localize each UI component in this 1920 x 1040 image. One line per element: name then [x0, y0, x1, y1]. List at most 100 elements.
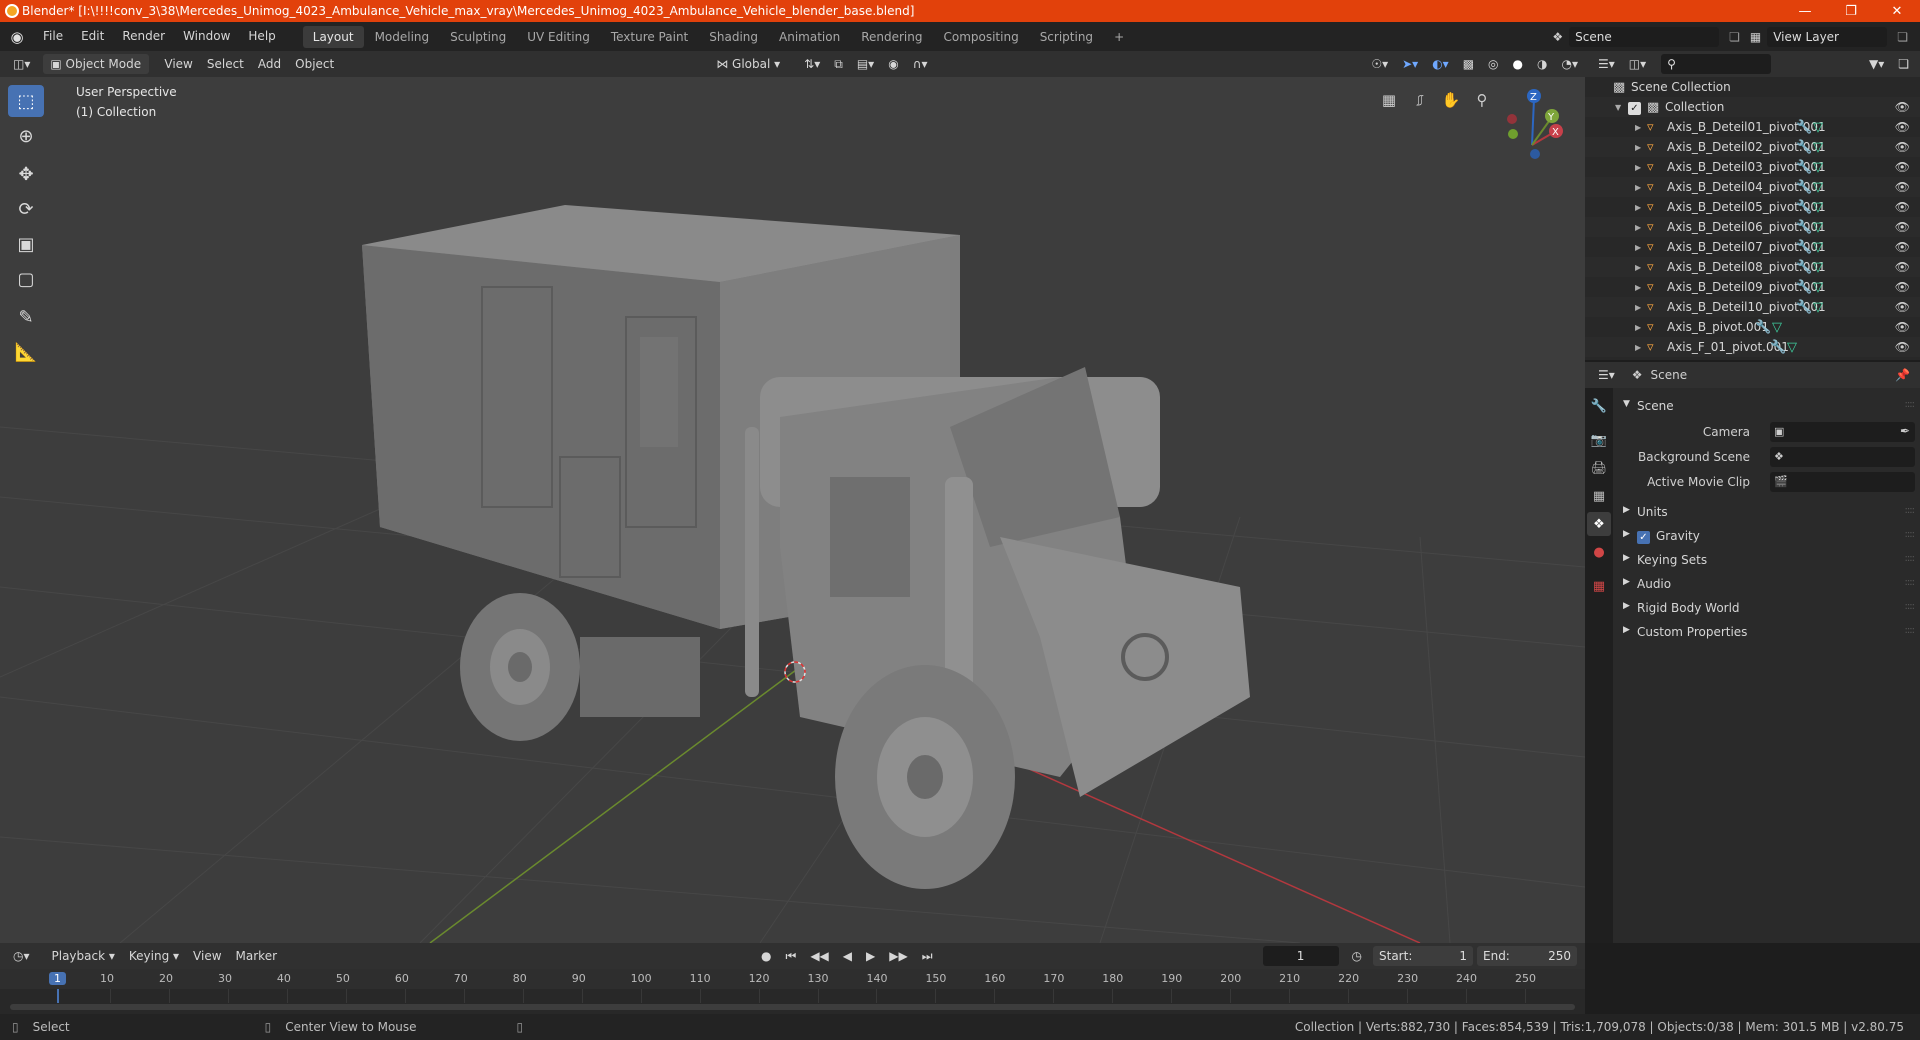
next-keyframe-icon[interactable]: ▶▶ [882, 946, 914, 966]
rendered-shading-icon[interactable]: ◔▾ [1555, 54, 1586, 74]
modifier-wrench-icon[interactable]: 🔧 [1796, 120, 1812, 135]
menu-object[interactable]: Object [288, 54, 341, 74]
end-frame-field[interactable]: End: 250 [1477, 946, 1577, 966]
mesh-data-icon[interactable]: ▽ [1813, 260, 1823, 275]
world-properties-tab[interactable]: ● [1587, 540, 1611, 564]
record-icon[interactable]: ● [754, 946, 778, 966]
modifier-wrench-icon[interactable]: 🔧 [1796, 200, 1812, 215]
timeline-editor-type-icon[interactable]: ◷▾ [6, 946, 37, 966]
outliner-object-row[interactable]: ▶ ▿ Axis_B_Deteil07_pivot.001 🔧 ▽ 👁 [1585, 237, 1920, 257]
menu-file[interactable]: File [34, 22, 72, 51]
new-scene-icon[interactable]: ❏ [1729, 30, 1740, 44]
eye-icon[interactable]: 👁 [1895, 340, 1910, 354]
tool-properties-tab[interactable]: 🔧 [1587, 394, 1611, 418]
eye-icon[interactable]: 👁 [1895, 300, 1910, 314]
mesh-data-icon[interactable]: ▽ [1813, 180, 1823, 195]
menu-window[interactable]: Window [174, 22, 239, 51]
object-expand-icon[interactable]: ▶ [1635, 163, 1641, 172]
jump-end-icon[interactable]: ⏭ [915, 946, 940, 966]
eyedropper-icon[interactable]: ✒ [1900, 424, 1910, 438]
tab-sculpting[interactable]: Sculpting [440, 26, 516, 48]
render-properties-tab[interactable]: 📷 [1587, 428, 1611, 452]
mesh-data-icon[interactable]: ▽ [1772, 320, 1782, 335]
outliner-object-row[interactable]: ▶ ▿ Axis_B_Deteil05_pivot.001 🔧 ▽ 👁 [1585, 197, 1920, 217]
object-expand-icon[interactable]: ▶ [1635, 123, 1641, 132]
visibility-icon[interactable]: ☉▾ [1364, 54, 1395, 74]
cursor-tool[interactable]: ⊕ [8, 120, 44, 152]
falloff-icon[interactable]: ∩▾ [906, 54, 935, 74]
menu-help[interactable]: Help [239, 22, 284, 51]
tab-uv-editing[interactable]: UV Editing [517, 26, 600, 48]
rigid-body-world-panel-header[interactable]: ▶ Rigid Body World :::: [1613, 598, 1920, 618]
tab-rendering[interactable]: Rendering [851, 26, 932, 48]
eye-icon[interactable]: 👁 [1895, 220, 1910, 234]
outliner-object-row[interactable]: ▶ ▿ Axis_B_Deteil04_pivot.001 🔧 ▽ 👁 [1585, 177, 1920, 197]
3d-viewport[interactable]: Z X Y User Perspective (1) Collection [0, 77, 1585, 943]
eye-icon[interactable]: 👁 [1895, 260, 1910, 274]
eye-icon[interactable]: 👁 [1895, 180, 1910, 194]
close-icon[interactable]: ✕ [1874, 0, 1920, 22]
timeline-scrollbar[interactable] [10, 1004, 1575, 1010]
outliner-object-row[interactable]: ▶ ▿ Axis_B_Deteil10_pivot.001 🔧 ▽ 👁 [1585, 297, 1920, 317]
units-panel-header[interactable]: ▶ Units :::: [1613, 502, 1920, 522]
mesh-data-icon[interactable]: ▽ [1813, 120, 1823, 135]
mesh-data-icon[interactable]: ▽ [1813, 220, 1823, 235]
collection-expand-icon[interactable]: ▼ [1615, 103, 1621, 112]
modifier-wrench-icon[interactable]: 🔧 [1796, 260, 1812, 275]
panel-grip-icon[interactable]: :::: [1905, 601, 1916, 612]
front-wheel[interactable] [835, 665, 1015, 889]
scene-properties-tab[interactable]: ❖ [1587, 512, 1611, 536]
play-reverse-icon[interactable]: ◀ [836, 946, 859, 966]
orientation-selector[interactable]: ⋈ Global ▾ [709, 54, 787, 74]
tab-compositing[interactable]: Compositing [933, 26, 1028, 48]
object-expand-icon[interactable]: ▶ [1635, 203, 1641, 212]
outliner-editor-type-icon[interactable]: ☰▾ [1591, 54, 1622, 74]
outliner-object-row[interactable]: ▶ ▿ Axis_B_pivot.001 🔧 ▽ 👁 [1585, 317, 1920, 337]
current-frame-marker[interactable]: 1 [49, 972, 66, 985]
start-frame-field[interactable]: Start: 1 [1373, 946, 1473, 966]
outliner-object-row[interactable]: ▶ ▿ Axis_B_Deteil08_pivot.001 🔧 ▽ 👁 [1585, 257, 1920, 277]
mesh-data-icon[interactable]: ▽ [1813, 200, 1823, 215]
modifier-wrench-icon[interactable]: 🔧 [1755, 320, 1771, 335]
eye-icon[interactable]: 👁 [1895, 320, 1910, 334]
prev-keyframe-icon[interactable]: ◀◀ [803, 946, 835, 966]
eye-icon[interactable]: 👁 [1895, 120, 1910, 134]
snap-target-icon[interactable]: ▤▾ [850, 54, 881, 74]
navigation-gizmo[interactable]: Z X Y [1507, 89, 1563, 159]
background-scene-field[interactable]: ❖ [1770, 447, 1915, 467]
panel-grip-icon[interactable]: :::: [1905, 577, 1916, 588]
tab-layout[interactable]: Layout [302, 25, 364, 48]
menu-edit[interactable]: Edit [72, 22, 113, 51]
scene-selector[interactable]: Scene [1569, 26, 1720, 47]
jump-start-icon[interactable]: ⏮ [779, 946, 804, 966]
overlay-icon[interactable]: ◐▾ [1425, 54, 1456, 74]
texture-properties-tab[interactable]: ▦ [1587, 574, 1611, 598]
panel-grip-icon[interactable]: :::: [1905, 505, 1916, 516]
panel-grip-icon[interactable]: :::: [1905, 553, 1916, 564]
move-tool[interactable]: ✥ [8, 158, 44, 190]
editor-type-icon[interactable]: ◫▾ [6, 54, 37, 74]
gizmo-icon[interactable]: ➤▾ [1395, 54, 1425, 74]
zoom-icon[interactable]: ⚲ [1468, 86, 1496, 114]
select-box-tool[interactable]: ⬚ [8, 85, 44, 117]
modifier-wrench-icon[interactable]: 🔧 [1796, 140, 1812, 155]
outliner-object-row[interactable]: ▶ ▿ Axis_B_Deteil01_pivot.001 🔧 ▽ 👁 [1585, 117, 1920, 137]
display-mode-icon[interactable]: ◫▾ [1622, 54, 1653, 74]
mesh-data-icon[interactable]: ▽ [1813, 240, 1823, 255]
mesh-data-icon[interactable]: ▽ [1813, 140, 1823, 155]
outliner-scene-collection[interactable]: ▩ Scene Collection [1585, 77, 1920, 97]
outliner-object-row[interactable]: ▶ ▿ Axis_B_Deteil02_pivot.001 🔧 ▽ 👁 [1585, 137, 1920, 157]
rotate-tool[interactable]: ⟳ [8, 193, 44, 225]
scene-panel-header[interactable]: ▼ Scene :::: [1613, 396, 1920, 416]
maximize-icon[interactable]: ❐ [1828, 0, 1874, 22]
blender-menu-icon[interactable]: ◉ [0, 28, 34, 46]
tab-modeling[interactable]: Modeling [365, 26, 440, 48]
mesh-data-icon[interactable]: ▽ [1787, 340, 1797, 355]
outliner-object-row[interactable]: ▶ ▿ Axis_B_Deteil06_pivot.001 🔧 ▽ 👁 [1585, 217, 1920, 237]
menu-marker[interactable]: Marker [229, 946, 284, 966]
menu-view[interactable]: View [157, 54, 199, 74]
play-icon[interactable]: ▶ [859, 946, 882, 966]
camera-view-icon[interactable]: ⎎ [1406, 86, 1434, 114]
tab-shading[interactable]: Shading [699, 26, 768, 48]
panel-grip-icon[interactable]: :::: [1905, 399, 1916, 410]
